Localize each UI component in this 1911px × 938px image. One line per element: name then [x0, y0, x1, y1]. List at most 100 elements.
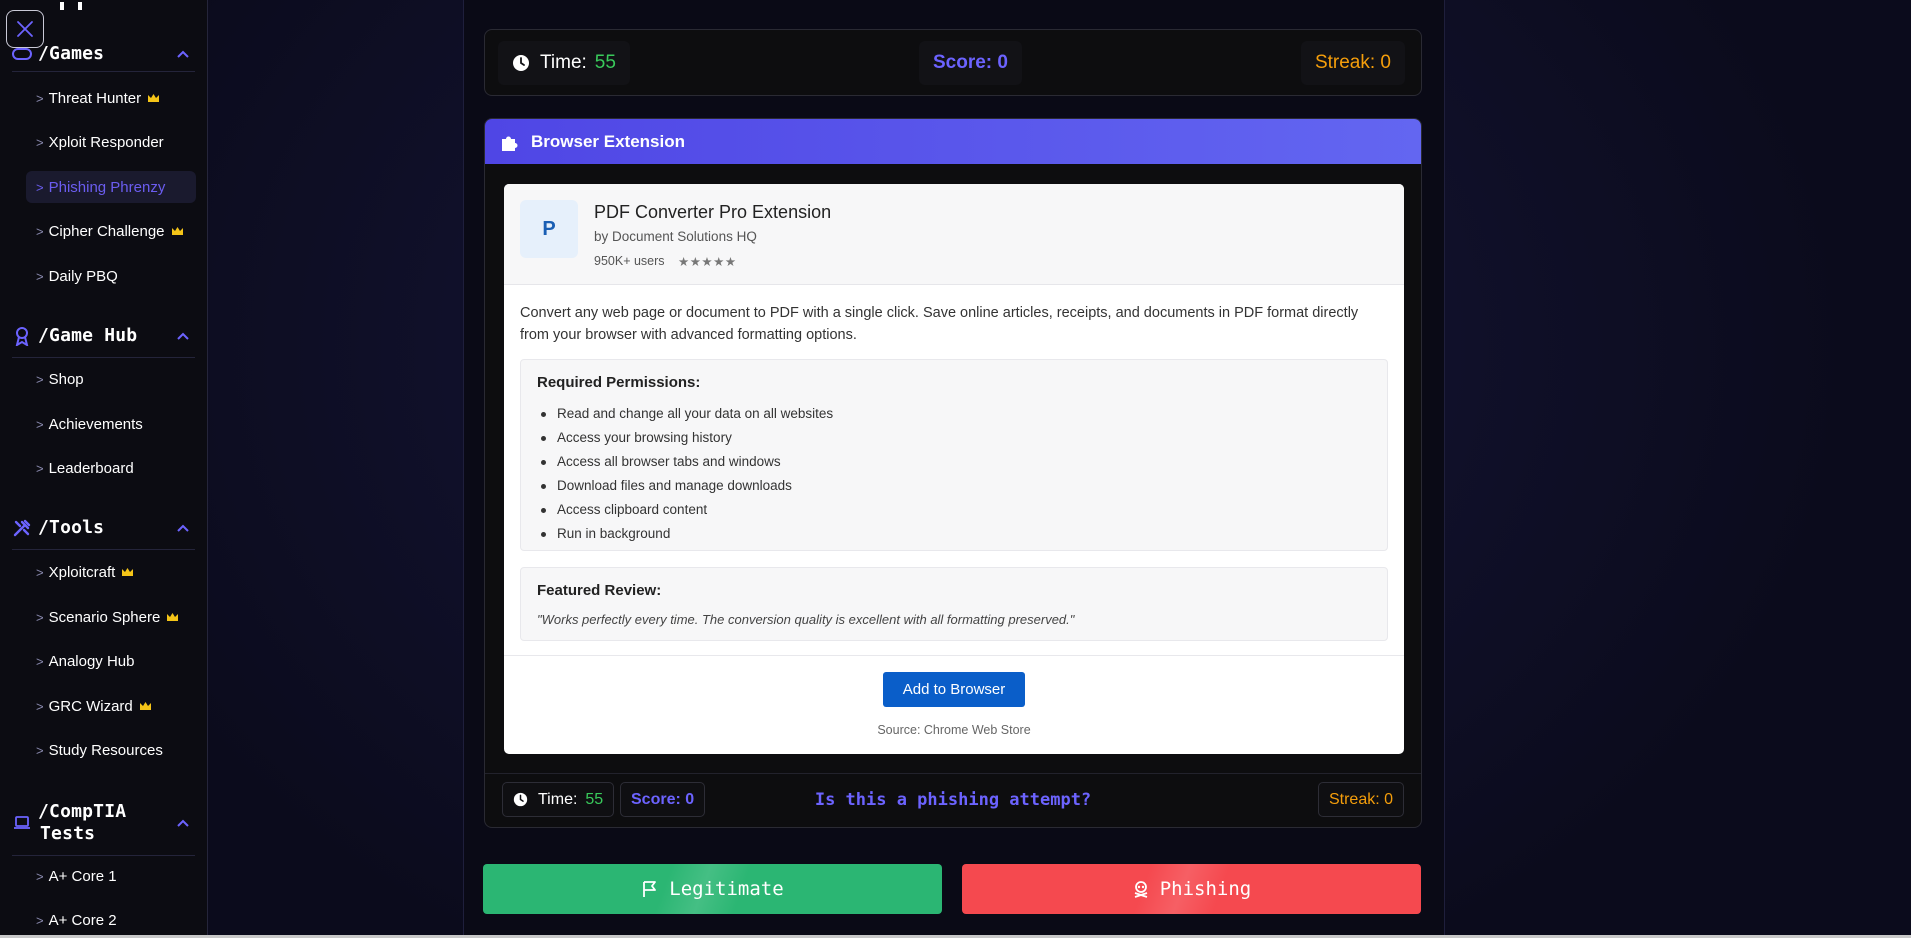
divider	[504, 655, 1404, 656]
list-item: Access all browser tabs and windows	[537, 450, 833, 474]
divider	[12, 357, 195, 358]
sidebar-item-grc-wizard[interactable]: > GRC Wizard	[26, 690, 196, 722]
permissions-list: Read and change all your data on all web…	[537, 402, 833, 546]
legitimate-label: Legitimate	[669, 878, 784, 900]
card-header: Browser Extension	[485, 119, 1421, 164]
nav-label: Threat Hunter	[48, 89, 142, 107]
list-item: Download files and manage downloads	[537, 474, 833, 498]
sidebar-item-shop[interactable]: > Shop	[26, 363, 196, 395]
nav-label: Shop	[48, 370, 84, 388]
chevron-up-icon	[177, 519, 189, 537]
sidebar-item-phishing-phrenzy[interactable]: > Phishing Phrenzy	[26, 171, 196, 203]
sidebar-item-daily-pbq[interactable]: > Daily PBQ	[26, 260, 196, 292]
sidebar-item-xploit-responder[interactable]: > Xploit Responder	[26, 126, 196, 158]
nav-label: Leaderboard	[48, 459, 134, 477]
legitimate-button[interactable]: Legitimate	[483, 864, 942, 914]
nav-label: Scenario Sphere	[48, 608, 161, 626]
phishing-label: Phishing	[1159, 878, 1252, 900]
sidebar-item-study-resources[interactable]: > Study Resources	[26, 734, 196, 766]
time-value: 55	[594, 52, 616, 73]
section-title: /CompTIA Tests	[38, 801, 126, 845]
sidebar-item-a-plus-core-1[interactable]: > A+ Core 1	[26, 860, 196, 892]
review-text: "Works perfectly every time. The convers…	[537, 612, 1075, 627]
chevron-up-icon	[177, 45, 189, 63]
list-item: Run in background	[537, 522, 833, 546]
section-game-hub-header[interactable]: /Game Hub	[12, 318, 197, 354]
chevron-up-icon	[177, 327, 189, 345]
extension-listing: P PDF Converter Pro Extension by Documen…	[504, 184, 1404, 754]
nav-prefix: >	[36, 609, 44, 625]
puzzle-icon	[502, 136, 518, 151]
extension-users: 950K+ users	[594, 254, 665, 268]
extension-header: P PDF Converter Pro Extension by Documen…	[504, 184, 1404, 285]
crown-icon	[171, 226, 184, 236]
permissions-title: Required Permissions:	[537, 374, 701, 391]
section-title: /Tools	[38, 517, 105, 538]
laptop-icon	[12, 813, 32, 833]
sidebar-item-analogy-hub[interactable]: > Analogy Hub	[26, 645, 196, 677]
nav-prefix: >	[36, 223, 44, 239]
nav-prefix: >	[36, 653, 44, 669]
nav-label: Study Resources	[48, 741, 163, 759]
extension-author: by Document Solutions HQ	[594, 229, 757, 244]
sidebar-item-xploitcraft[interactable]: > Xploitcraft	[26, 556, 196, 588]
extension-name: PDF Converter Pro Extension	[594, 202, 832, 222]
chevron-up-icon	[177, 814, 189, 832]
sidebar-item-cipher-challenge[interactable]: > Cipher Challenge	[26, 215, 196, 247]
time-label: Time:	[540, 52, 587, 73]
divider	[12, 549, 195, 550]
sidebar-item-achievements[interactable]: > Achievements	[26, 408, 196, 440]
section-title: /Game Hub	[38, 325, 138, 346]
nav-prefix: >	[36, 90, 44, 106]
crown-icon	[147, 93, 160, 103]
crown-icon	[121, 567, 134, 577]
medal-icon	[12, 326, 32, 346]
nav-label: Cipher Challenge	[48, 222, 165, 240]
nav-prefix: >	[36, 698, 44, 714]
score: Score: 0	[919, 41, 1022, 85]
nav-label: Daily PBQ	[48, 267, 118, 285]
sidebar-item-a-plus-core-2[interactable]: > A+ Core 2	[26, 904, 196, 935]
section-title: /Games	[38, 43, 105, 64]
section-comptia-header[interactable]: /CompTIA Tests	[12, 798, 197, 848]
tools-icon	[12, 518, 32, 538]
close-sidebar-button[interactable]	[6, 10, 44, 48]
nav-prefix: >	[36, 564, 44, 580]
nav-label: Achievements	[48, 415, 143, 433]
sidebar-item-threat-hunter[interactable]: > Threat Hunter	[26, 82, 196, 114]
nav-prefix: >	[36, 134, 44, 150]
nav-prefix: >	[36, 742, 44, 758]
permissions-box: Required Permissions: Read and change al…	[520, 359, 1388, 551]
list-item: Access clipboard content	[537, 498, 833, 522]
divider	[12, 855, 195, 856]
question-prompt: Is this a phishing attempt?	[814, 790, 1092, 810]
phishing-button[interactable]: Phishing	[962, 864, 1421, 914]
close-icon	[17, 21, 33, 37]
divider	[485, 773, 1421, 774]
add-to-browser-button[interactable]: Add to Browser	[883, 672, 1025, 707]
list-item: Read and change all your data on all web…	[537, 402, 833, 426]
sidebar-item-leaderboard[interactable]: > Leaderboard	[26, 452, 196, 484]
clock-icon	[513, 55, 529, 71]
flag-icon	[643, 881, 657, 897]
sidebar: /Games > Threat Hunter > Xploit Responder …	[0, 0, 208, 935]
sidebar-item-scenario-sphere[interactable]: > Scenario Sphere	[26, 601, 196, 633]
partial-icon	[60, 2, 64, 10]
section-tools-header[interactable]: /Tools	[12, 510, 197, 546]
review-box: Featured Review: "Works perfectly every …	[520, 567, 1388, 641]
extension-description: Convert any web page or document to PDF …	[520, 305, 1359, 343]
nav-prefix: >	[36, 868, 44, 884]
timer: Time: 55	[498, 41, 630, 85]
section-title-line: Tests	[40, 823, 96, 844]
nav-prefix: >	[36, 371, 44, 387]
nav-prefix: >	[36, 912, 44, 928]
nav-prefix: >	[36, 268, 44, 284]
nav-prefix: >	[36, 460, 44, 476]
nav-label: GRC Wizard	[48, 697, 133, 715]
divider	[12, 71, 195, 72]
nav-label: Analogy Hub	[48, 652, 135, 670]
nav-prefix: >	[36, 179, 44, 195]
nav-label: Xploitcraft	[48, 563, 116, 581]
nav-label: A+ Core 2	[48, 911, 117, 929]
streak: Streak: 0	[1300, 41, 1405, 85]
